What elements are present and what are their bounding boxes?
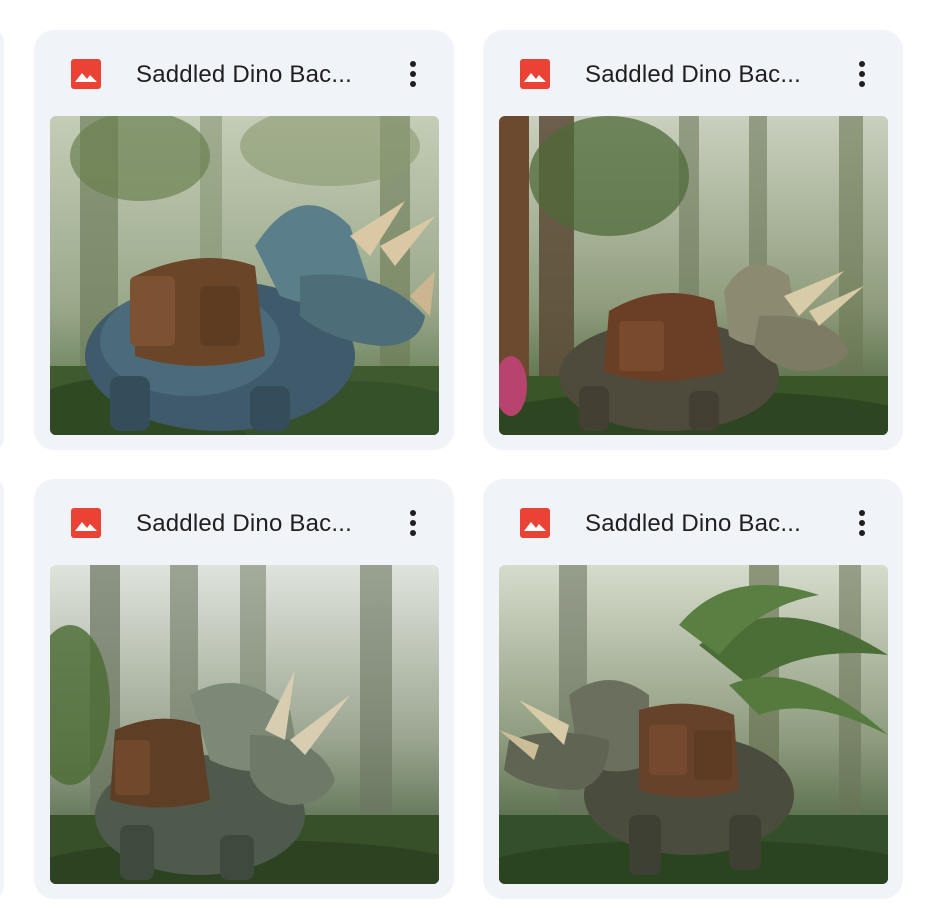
file-card-header: Saddled Dino Bac... bbox=[34, 479, 454, 565]
file-card[interactable]: Saddled Dino Bac... bbox=[34, 479, 454, 899]
triceratops-forest-image bbox=[499, 565, 888, 884]
triceratops-forest-image bbox=[50, 116, 439, 435]
triceratops-forest-image bbox=[50, 565, 439, 884]
more-vert-icon bbox=[859, 61, 865, 87]
file-card-header: Saddled Dino Bac... bbox=[34, 30, 454, 116]
more-vert-icon bbox=[859, 510, 865, 536]
partial-file-card-left-top[interactable] bbox=[0, 30, 4, 450]
file-thumbnail[interactable] bbox=[50, 565, 439, 884]
more-vert-icon bbox=[410, 61, 416, 87]
file-thumbnail[interactable] bbox=[499, 565, 888, 884]
partial-file-card-left-bottom[interactable] bbox=[0, 479, 4, 899]
file-name: Saddled Dino Bac... bbox=[136, 510, 352, 537]
more-actions-button[interactable] bbox=[396, 54, 430, 94]
image-file-icon bbox=[71, 508, 101, 538]
file-card-header: Saddled Dino Bac... bbox=[483, 479, 903, 565]
more-actions-button[interactable] bbox=[845, 503, 879, 543]
file-name: Saddled Dino Bac... bbox=[136, 61, 352, 88]
triceratops-forest-image bbox=[499, 116, 888, 435]
file-thumbnail[interactable] bbox=[50, 116, 439, 435]
file-card[interactable]: Saddled Dino Bac... bbox=[483, 479, 903, 899]
image-file-icon bbox=[71, 59, 101, 89]
image-file-icon bbox=[520, 59, 550, 89]
image-file-icon bbox=[520, 508, 550, 538]
file-name: Saddled Dino Bac... bbox=[585, 61, 801, 88]
more-actions-button[interactable] bbox=[396, 503, 430, 543]
file-name: Saddled Dino Bac... bbox=[585, 510, 801, 537]
more-actions-button[interactable] bbox=[845, 54, 879, 94]
more-vert-icon bbox=[410, 510, 416, 536]
file-thumbnail[interactable] bbox=[499, 116, 888, 435]
file-card[interactable]: Saddled Dino Bac... bbox=[34, 30, 454, 450]
file-card-header: Saddled Dino Bac... bbox=[483, 30, 903, 116]
file-card[interactable]: Saddled Dino Bac... bbox=[483, 30, 903, 450]
